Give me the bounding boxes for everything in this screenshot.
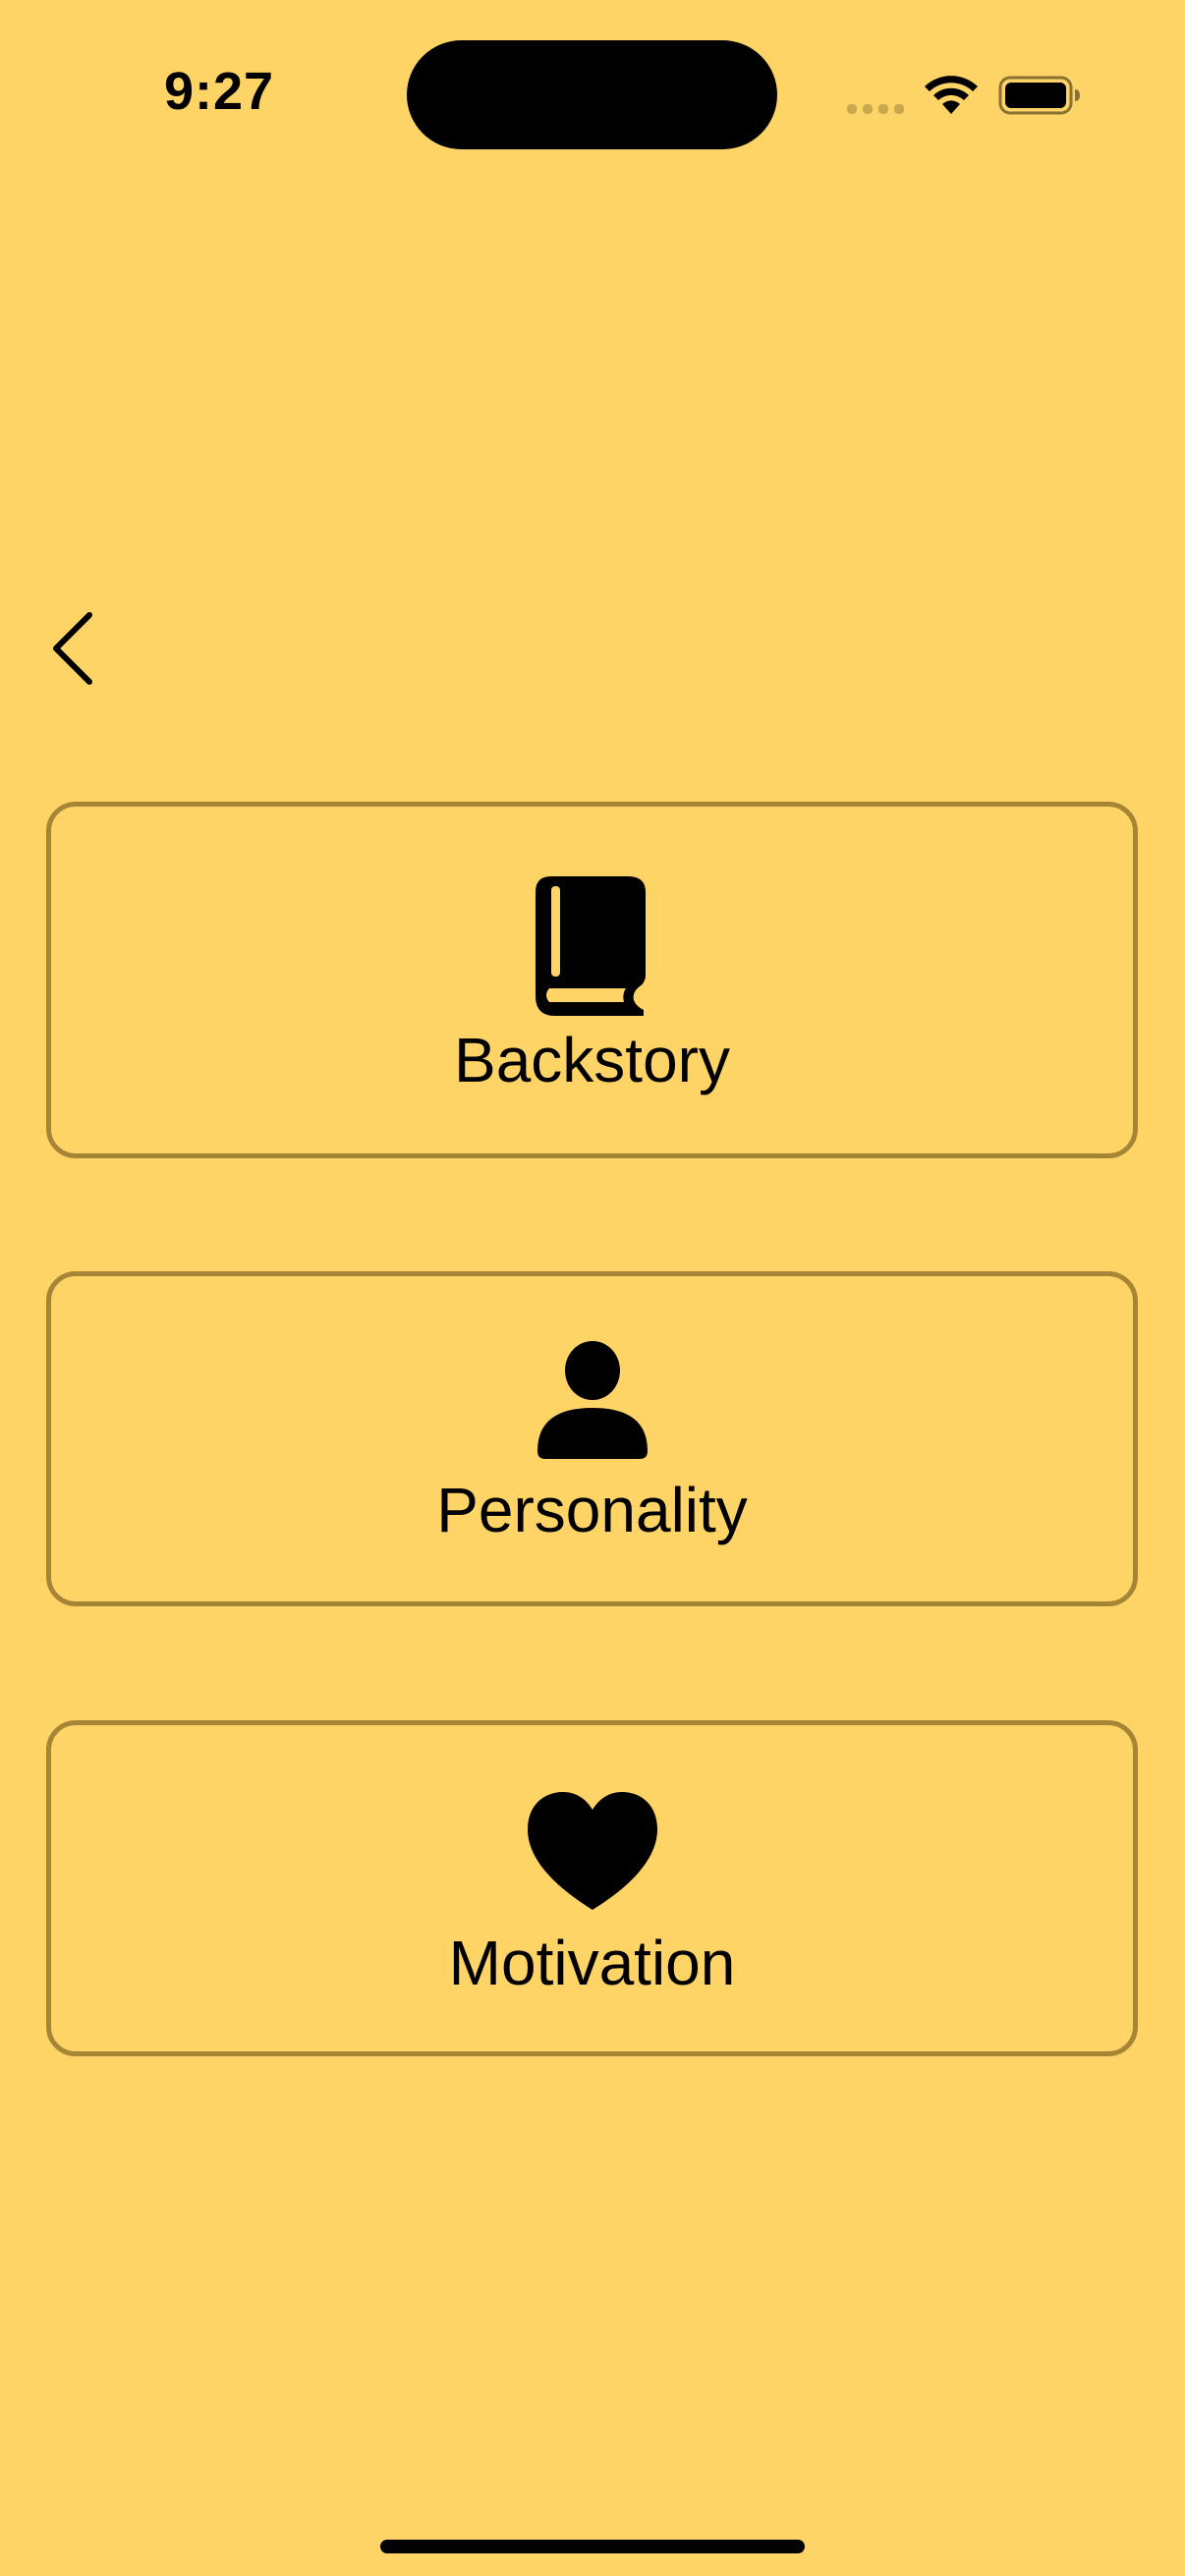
wifi-icon: [925, 76, 978, 114]
motivation-button[interactable]: Motivation: [46, 1720, 1138, 2056]
cellular-signal-icon: [847, 104, 904, 114]
status-time: 9:27: [163, 62, 275, 121]
chevron-left-icon: [53, 612, 92, 685]
personality-label: Personality: [436, 1475, 748, 1545]
status-bar: 9:27: [0, 0, 1185, 196]
dynamic-island: [407, 40, 777, 149]
motivation-label: Motivation: [448, 1928, 736, 1998]
home-indicator[interactable]: [380, 2540, 805, 2553]
book-icon: [535, 876, 646, 1016]
backstory-button[interactable]: Backstory: [46, 802, 1138, 1158]
battery-icon: [998, 76, 1080, 115]
heart-icon: [527, 1792, 657, 1910]
personality-button[interactable]: Personality: [46, 1271, 1138, 1606]
back-button[interactable]: [39, 599, 108, 698]
person-icon: [536, 1341, 648, 1459]
backstory-label: Backstory: [454, 1025, 730, 1095]
